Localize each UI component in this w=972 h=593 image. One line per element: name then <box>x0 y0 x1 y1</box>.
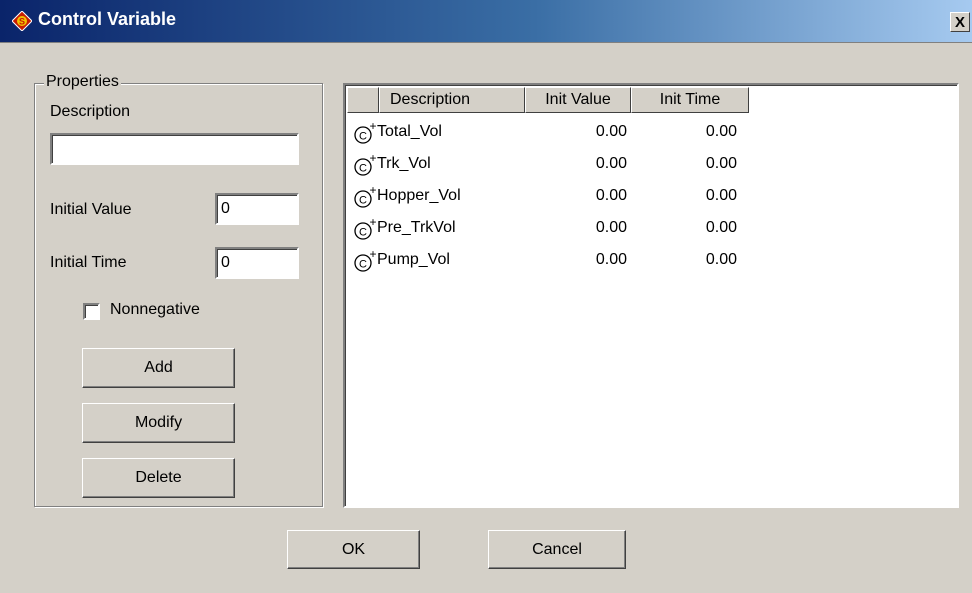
description-label: Description <box>50 103 131 120</box>
ok-button[interactable]: OK <box>287 530 420 569</box>
row-init-time: 0.00 <box>705 187 737 204</box>
svg-text:C: C <box>359 131 367 143</box>
row-init-time: 0.00 <box>705 155 737 172</box>
row-description: Pump_Vol <box>377 251 450 268</box>
svg-text:C: C <box>359 259 367 271</box>
control-variable-icon: C + <box>354 153 377 176</box>
row-description: Trk_Vol <box>377 155 431 172</box>
title-bar[interactable]: S Control Variable X <box>0 0 972 43</box>
row-init-value: 0.00 <box>595 123 627 140</box>
delete-button[interactable]: Delete <box>82 458 235 498</box>
list-item[interactable]: C + Pump_Vol 0.00 0.00 <box>345 247 945 279</box>
row-description: Pre_TrkVol <box>377 219 456 236</box>
control-variable-icon: C + <box>354 121 377 144</box>
row-init-time: 0.00 <box>705 251 737 268</box>
row-init-value: 0.00 <box>595 187 627 204</box>
column-header-init-time[interactable]: Init Time <box>631 87 749 113</box>
add-button[interactable]: Add <box>82 348 235 388</box>
row-description: Total_Vol <box>377 123 442 140</box>
row-init-value: 0.00 <box>595 251 627 268</box>
svg-text:C: C <box>359 163 367 175</box>
properties-group-label: Properties <box>44 73 121 91</box>
svg-text:+: + <box>369 249 376 261</box>
svg-text:+: + <box>369 217 376 229</box>
cancel-button[interactable]: Cancel <box>488 530 626 569</box>
row-init-time: 0.00 <box>705 219 737 236</box>
nonnegative-label[interactable]: Nonnegative <box>110 301 200 319</box>
initial-value-label: Initial Value <box>50 201 132 218</box>
list-item[interactable]: C + Trk_Vol 0.00 0.00 <box>345 151 945 183</box>
column-header-init-value[interactable]: Init Value <box>525 87 631 113</box>
window-title: Control Variable <box>38 9 177 29</box>
svg-text:C: C <box>359 195 367 207</box>
modify-button[interactable]: Modify <box>82 403 235 443</box>
initial-time-label: Initial Time <box>50 254 127 271</box>
row-init-value: 0.00 <box>595 219 627 236</box>
svg-text:C: C <box>359 227 367 239</box>
description-field[interactable] <box>50 133 299 165</box>
svg-text:+: + <box>369 153 376 165</box>
app-diamond-icon: S <box>12 11 32 31</box>
list-item[interactable]: C + Total_Vol 0.00 0.00 <box>345 119 945 151</box>
column-header-icon[interactable] <box>347 87 379 113</box>
list-item[interactable]: C + Pre_TrkVol 0.00 0.00 <box>345 215 945 247</box>
control-variable-icon: C + <box>354 217 377 240</box>
control-variable-icon: C + <box>354 249 377 272</box>
svg-text:S: S <box>19 17 25 27</box>
row-init-time: 0.00 <box>705 123 737 140</box>
column-header-description[interactable]: Description <box>379 87 525 113</box>
svg-text:+: + <box>369 185 376 197</box>
control-variable-list[interactable]: Description Init Value Init Time C + Tot… <box>343 83 959 508</box>
control-variable-icon: C + <box>354 185 377 208</box>
initial-value-field[interactable] <box>215 193 299 225</box>
list-item[interactable]: C + Hopper_Vol 0.00 0.00 <box>345 183 945 215</box>
initial-time-field[interactable] <box>215 247 299 279</box>
svg-text:+: + <box>369 121 376 133</box>
nonnegative-checkbox[interactable] <box>83 303 100 320</box>
row-description: Hopper_Vol <box>377 187 461 204</box>
close-button[interactable]: X <box>950 12 970 32</box>
row-init-value: 0.00 <box>595 155 627 172</box>
